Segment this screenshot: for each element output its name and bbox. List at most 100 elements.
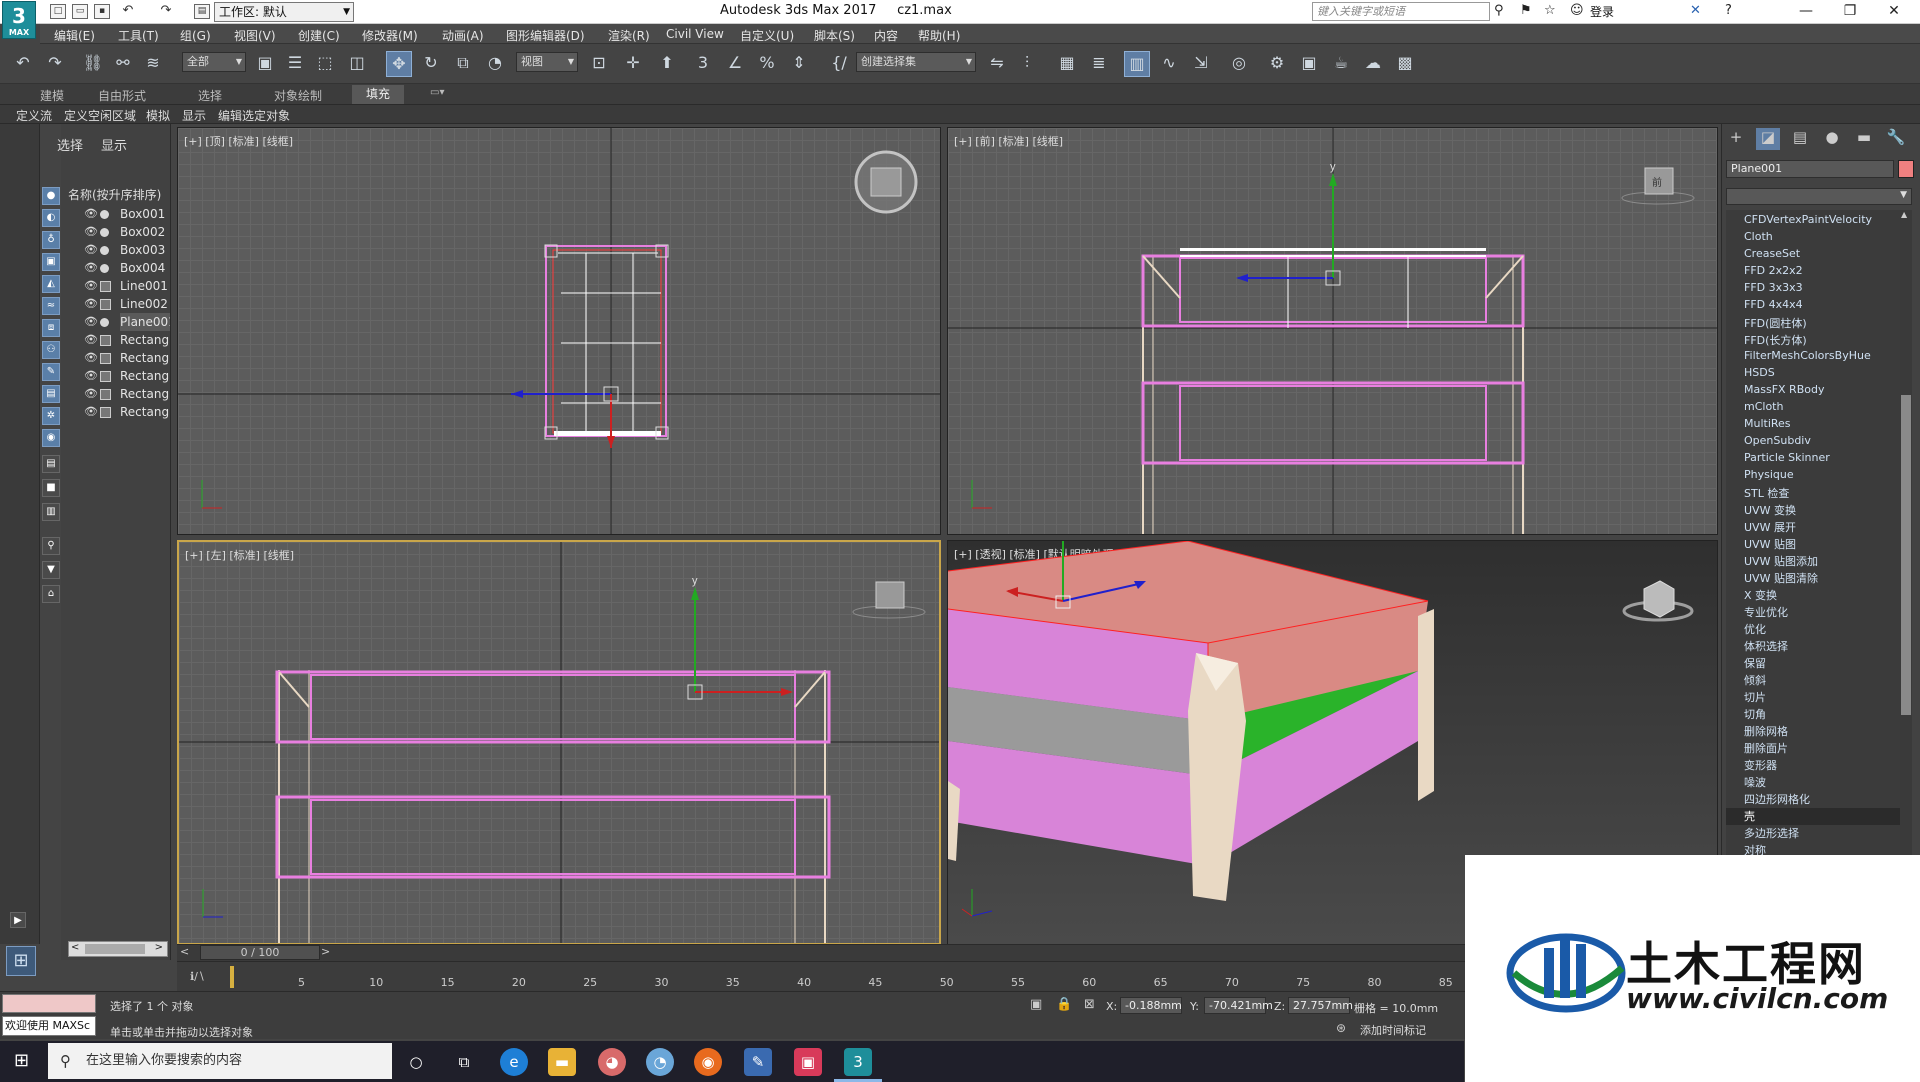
redo-icon[interactable]: ↷ — [42, 51, 68, 77]
file-explorer-icon[interactable]: ▬ — [548, 1048, 576, 1076]
visibility-eye-icon[interactable]: 👁 — [84, 223, 98, 241]
modifier-list-item[interactable]: 切片 — [1744, 689, 1766, 706]
utilities-panel-icon[interactable]: 🔧 — [1884, 128, 1908, 150]
viewport-layout-icon[interactable]: ⊞ — [6, 946, 36, 976]
ribbon-tab-selection[interactable]: 选择 — [198, 87, 222, 104]
modifier-list-item[interactable]: 噪波 — [1744, 774, 1766, 791]
communication-icon[interactable]: ⚑ — [1520, 3, 1532, 18]
named-selection-set-select[interactable]: 创建选择集 ▼ — [856, 52, 976, 72]
menu-help[interactable]: 帮助(H) — [918, 27, 960, 44]
favorites-star-icon[interactable]: ☆ — [1544, 3, 1556, 18]
redo-quick-icon[interactable]: ↷ — [158, 4, 174, 19]
rendered-frame-window-icon[interactable]: ▣ — [1296, 51, 1322, 77]
modifier-list-item[interactable]: OpenSubdiv — [1744, 434, 1811, 451]
modifier-list-item[interactable]: FFD 4x4x4 — [1744, 298, 1803, 315]
hierarchy-panel-icon[interactable]: ▤ — [1788, 128, 1812, 150]
viewport-front[interactable]: [+] [前] [标准] [线框] y 前 — [947, 127, 1718, 535]
display-helpers-icon[interactable]: ≈ — [42, 297, 60, 315]
display-xrefs-icon[interactable]: ✎ — [42, 363, 60, 381]
render-production-icon[interactable]: ☕ — [1328, 51, 1354, 77]
display-none-toggle-icon[interactable]: ▥ — [42, 503, 60, 521]
curve-editor-icon[interactable]: ∿ — [1156, 51, 1182, 77]
time-cursor[interactable] — [230, 966, 234, 988]
modifier-list-item[interactable]: Particle Skinner — [1744, 451, 1830, 468]
y-coordinate-field[interactable]: -70.421mm — [1204, 997, 1273, 1014]
snaps-toggle-icon[interactable]: 3 — [690, 51, 716, 77]
subtab-edit-selected[interactable]: 编辑选定对象 — [218, 107, 290, 124]
modifier-list-item[interactable]: HSDS — [1744, 366, 1775, 383]
ribbon-tab-freeform[interactable]: 自由形式 — [98, 87, 146, 104]
modifier-list-item[interactable]: MassFX RBody — [1744, 383, 1824, 400]
subtab-display[interactable]: 显示 — [182, 107, 206, 124]
menu-modifiers[interactable]: 修改器(M) — [362, 27, 418, 44]
explorer-row[interactable]: 👁 Box004 — [84, 259, 170, 277]
angle-snap-icon[interactable]: ∠ — [722, 51, 748, 77]
bind-space-warp-icon[interactable]: ≋ — [140, 51, 166, 77]
explorer-row[interactable]: 👁 Rectangl — [84, 367, 170, 385]
modifier-list-item[interactable]: 倾斜 — [1744, 672, 1766, 689]
3dsmax-taskbar-icon[interactable]: 3 — [844, 1048, 872, 1076]
ribbon-tab-modeling[interactable]: 建模 — [40, 87, 64, 104]
app-media-icon[interactable]: ▣ — [794, 1048, 822, 1076]
modifier-list-item[interactable]: 壳 — [1726, 808, 1900, 825]
absolute-offset-icon[interactable]: ⊠ — [1084, 997, 1095, 1012]
layer-explorer-icon[interactable]: ▦ — [1054, 51, 1080, 77]
chevron-left-icon[interactable]: < — [71, 942, 79, 953]
menu-edit[interactable]: 编辑(E) — [54, 27, 95, 44]
app-logo-button[interactable]: 3 MAX — [2, 1, 36, 39]
maxscript-listener-input[interactable] — [2, 994, 96, 1013]
ribbon-options-icon[interactable]: ▭▾ — [430, 87, 444, 98]
modifier-list-select[interactable]: ▼ — [1726, 188, 1912, 205]
firefox-icon[interactable]: ◉ — [694, 1048, 722, 1076]
modifier-list-item[interactable]: 保留 — [1744, 655, 1766, 672]
restore-button[interactable]: ❐ — [1828, 0, 1872, 24]
modify-panel-icon[interactable]: ◪ — [1756, 128, 1780, 150]
a360-gallery-icon[interactable]: ▩ — [1392, 51, 1418, 77]
explorer-row[interactable]: 👁 Box002 — [84, 223, 170, 241]
modifier-list-item[interactable]: 删除网格 — [1744, 723, 1788, 740]
ribbon-tab-populate[interactable]: 填充 — [352, 85, 405, 104]
display-all-icon[interactable]: ▤ — [42, 455, 60, 473]
modifier-list-item[interactable]: 变形器 — [1744, 757, 1777, 774]
visibility-eye-icon[interactable]: 👁 — [84, 367, 98, 385]
display-geometry-icon[interactable]: ◐ — [42, 209, 60, 227]
modifier-list-item[interactable]: CFDVertexPaintVelocity — [1744, 213, 1872, 230]
project-folder-icon[interactable]: ▤ — [194, 4, 210, 19]
modifier-list-item[interactable]: 优化 — [1744, 621, 1766, 638]
menu-graph-editors[interactable]: 图形编辑器(D) — [506, 27, 585, 44]
menu-rendering[interactable]: 渲染(R) — [608, 27, 650, 44]
modifier-list-item[interactable]: UVW 贴图 — [1744, 536, 1796, 553]
display-bones-icon[interactable]: ▤ — [42, 385, 60, 403]
edge-browser-icon[interactable]: e — [500, 1048, 528, 1076]
binoculars-icon[interactable]: ⚲ — [1494, 3, 1504, 18]
filter-icon[interactable]: ▼ — [42, 561, 60, 579]
modifier-list-item[interactable]: Physique — [1744, 468, 1794, 485]
explorer-tab-select[interactable]: 选择 — [57, 135, 83, 154]
visibility-eye-icon[interactable]: 👁 — [84, 241, 98, 259]
modifier-list-item[interactable]: 删除面片 — [1744, 740, 1788, 757]
visibility-eye-icon[interactable]: 👁 — [84, 259, 98, 277]
scroll-thumb[interactable] — [85, 944, 145, 954]
mini-curve-editor-icon[interactable]: ℹ∕∖ — [190, 970, 205, 983]
cortana-icon[interactable]: ○ — [402, 1048, 430, 1076]
explorer-column-header[interactable]: 名称(按升序排序) — [68, 186, 161, 203]
new-file-icon[interactable]: □ — [50, 4, 66, 19]
subtab-simulate[interactable]: 模拟 — [146, 107, 170, 124]
align-icon[interactable]: ⫶ — [1014, 51, 1040, 77]
play-forward-icon[interactable]: ▶ — [10, 912, 26, 928]
edit-named-selection-icon[interactable]: {/ — [826, 51, 852, 77]
windows-start-icon[interactable]: ⊞ — [14, 1050, 29, 1071]
explorer-row[interactable]: 👁 Rectangl — [84, 349, 170, 367]
explorer-row[interactable]: 👁 Box001 — [84, 205, 170, 223]
task-view-icon[interactable]: ⧉ — [450, 1048, 478, 1076]
modifier-list-item[interactable]: UVW 贴图清除 — [1744, 570, 1818, 587]
exchange-x-icon[interactable]: ✕ — [1690, 3, 1701, 18]
menu-content[interactable]: 内容 — [874, 27, 898, 44]
selection-filter-select[interactable]: 全部 ▼ — [182, 52, 246, 72]
menu-create[interactable]: 创建(C) — [298, 27, 340, 44]
modifier-list-item[interactable]: FFD 3x3x3 — [1744, 281, 1803, 298]
modifier-list-item[interactable]: Cloth — [1744, 230, 1773, 247]
display-containers-icon[interactable]: ✲ — [42, 407, 60, 425]
open-file-icon[interactable]: ▭ — [72, 4, 88, 19]
modifier-list-item[interactable]: 切角 — [1744, 706, 1766, 723]
